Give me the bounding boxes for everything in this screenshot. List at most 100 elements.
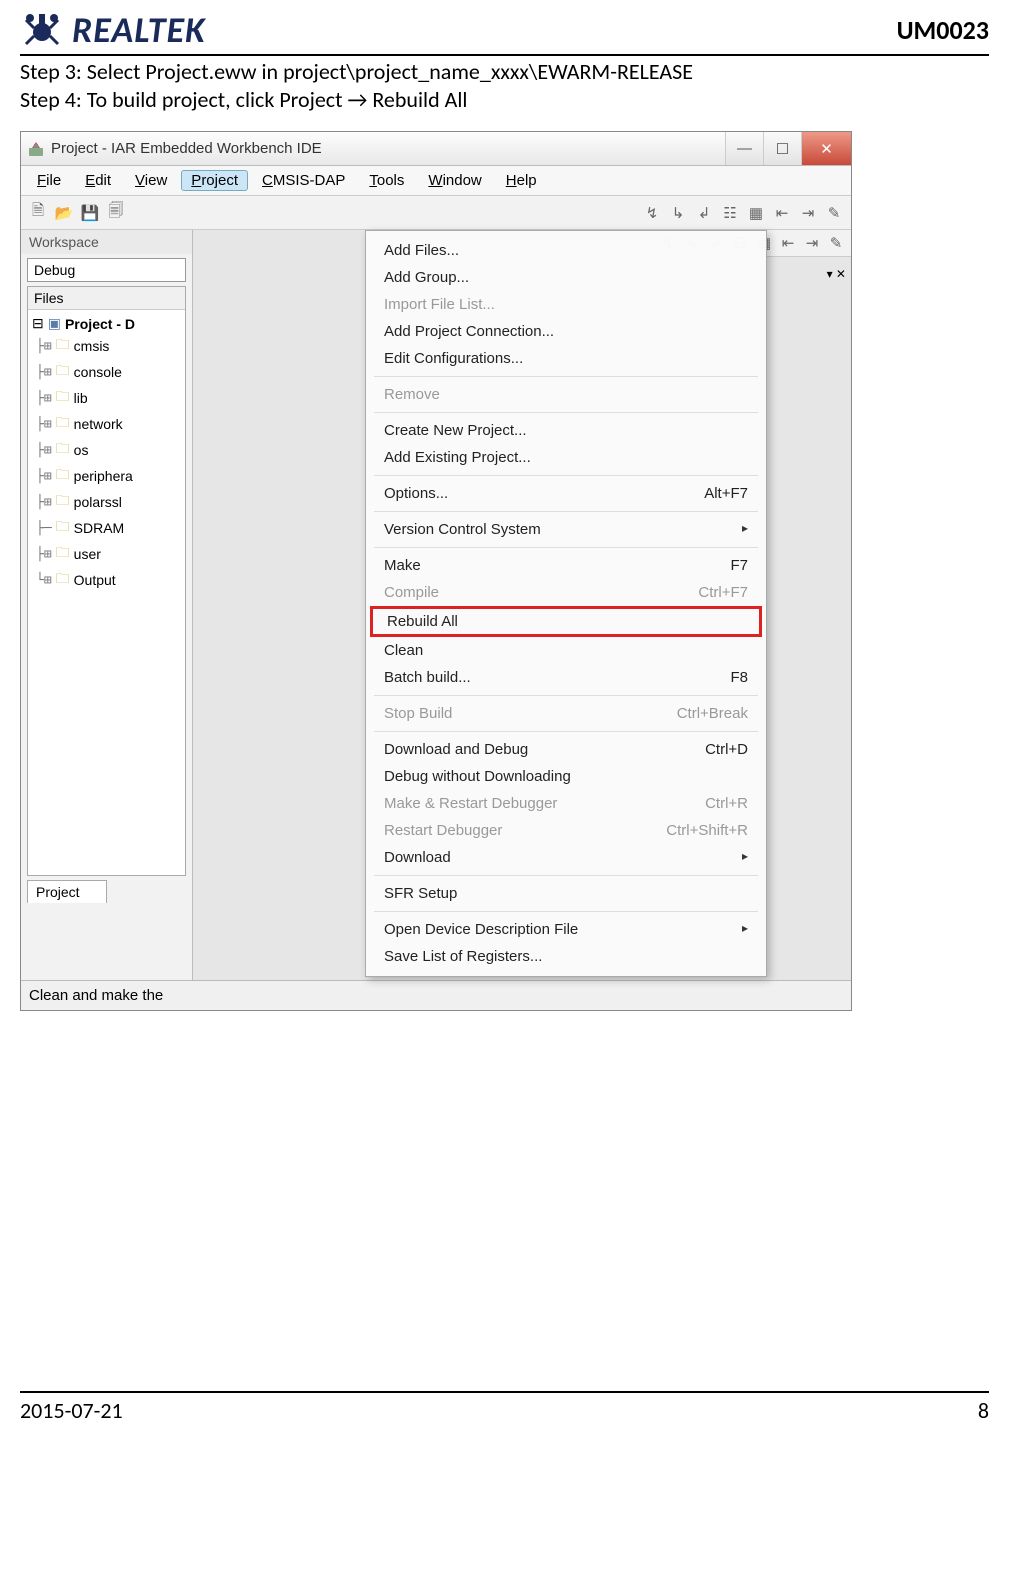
- tree-item[interactable]: ├⊞🗀lib: [30, 385, 183, 411]
- maximize-button[interactable]: ☐: [763, 132, 801, 165]
- collapse-icon[interactable]: ⊟: [32, 315, 44, 332]
- debug-tool-8[interactable]: ✎: [827, 234, 845, 252]
- tool-icon-8[interactable]: ✎: [825, 204, 843, 222]
- project-icon: ▣: [48, 315, 61, 332]
- menu-item-label: Make & Restart Debugger: [384, 795, 557, 812]
- folder-icon: 🗀: [56, 386, 70, 410]
- menu-view[interactable]: View: [125, 170, 177, 191]
- folder-icon: 🗀: [56, 334, 70, 358]
- tree-branch-icon: ├⊞: [36, 547, 52, 562]
- menu-item-download[interactable]: Download: [366, 844, 766, 871]
- tree-item-label: network: [74, 416, 123, 432]
- menu-item-download-and-debug[interactable]: Download and DebugCtrl+D: [366, 736, 766, 763]
- folder-icon: 🗀: [56, 516, 70, 540]
- menu-tools[interactable]: Tools: [359, 170, 414, 191]
- tree-item[interactable]: ├⊞ 🗀cmsis: [30, 333, 183, 359]
- menu-separator: [374, 731, 758, 732]
- tree-item-label: polarssl: [74, 494, 122, 510]
- menu-item-add-files[interactable]: Add Files...: [366, 237, 766, 264]
- menu-item-batch-build[interactable]: Batch build...F8: [366, 664, 766, 691]
- step4-text: Step 4: To build project, click Project …: [20, 86, 989, 114]
- tool-icon-5[interactable]: ▦: [747, 204, 765, 222]
- project-menu-dropdown: Add Files...Add Group... Import File List…: [365, 230, 767, 977]
- new-file-icon[interactable]: 🗎: [29, 204, 47, 222]
- menu-item-open-device-description-file[interactable]: Open Device Description File: [366, 916, 766, 943]
- menu-item-label: Import File List...: [384, 296, 495, 313]
- menu-project[interactable]: Project: [181, 170, 248, 191]
- menu-item-compile: Compile Ctrl+F7: [366, 579, 766, 606]
- tree-root[interactable]: ⊟ ▣ Project - D: [30, 314, 183, 333]
- files-header: Files: [28, 287, 185, 310]
- menu-separator: [374, 412, 758, 413]
- menu-item-label: Add Existing Project...: [384, 449, 531, 466]
- menu-separator: [374, 875, 758, 876]
- menu-item-shortcut: Ctrl+F7: [698, 584, 748, 601]
- footer-page: 8: [978, 1397, 989, 1424]
- menu-item-make[interactable]: MakeF7: [366, 552, 766, 579]
- tree-item[interactable]: ├⊞🗀user: [30, 541, 183, 567]
- menu-cmsis-dap[interactable]: CMSIS-DAP: [252, 170, 355, 191]
- tree-branch-icon: ├⊞: [36, 339, 52, 354]
- menu-help[interactable]: Help: [496, 170, 547, 191]
- menu-item-add-group[interactable]: Add Group...: [366, 264, 766, 291]
- menu-item-label: Compile: [384, 584, 439, 601]
- debug-tool-7[interactable]: ⇥: [803, 234, 821, 252]
- menu-item-label: Version Control System: [384, 521, 541, 538]
- tree-item[interactable]: ├⊞🗀console: [30, 359, 183, 385]
- menu-item-shortcut: F7: [730, 557, 748, 574]
- open-file-icon[interactable]: 📂: [55, 204, 73, 222]
- tree-branch-icon: ├⊞: [36, 495, 52, 510]
- footer-date: 2015-07-21: [20, 1397, 123, 1424]
- tool-icon-4[interactable]: ☷: [721, 204, 739, 222]
- menu-edit[interactable]: Edit: [75, 170, 121, 191]
- tree-item[interactable]: └⊞🗀Output: [30, 567, 183, 593]
- project-root-label: Project - D: [65, 316, 135, 332]
- tree-item[interactable]: ├⊞🗀os: [30, 437, 183, 463]
- menubar: File Edit View Project CMSIS-DAP Tools W…: [21, 166, 851, 196]
- menu-item-edit-configurations[interactable]: Edit Configurations...: [366, 345, 766, 372]
- close-button[interactable]: ✕: [801, 132, 851, 165]
- tree-branch-icon: ├─: [36, 521, 52, 536]
- tree-item[interactable]: ├⊞🗀network: [30, 411, 183, 437]
- doc-header: REALTEK UM0023: [20, 8, 989, 56]
- save-icon[interactable]: 💾: [81, 204, 99, 222]
- tree-item-label: cmsis: [74, 338, 110, 354]
- menu-item-debug-without-downloading[interactable]: Debug without Downloading: [366, 763, 766, 790]
- minimize-button[interactable]: —: [725, 132, 763, 165]
- panel-dropdown-close[interactable]: ▾ ✕: [824, 266, 849, 282]
- menu-item-label: Options...: [384, 485, 448, 502]
- tree-item[interactable]: ├─🗀SDRAM: [30, 515, 183, 541]
- config-dropdown[interactable]: Debug: [27, 258, 186, 282]
- menu-window[interactable]: Window: [418, 170, 491, 191]
- menu-item-save-list-of-registers[interactable]: Save List of Registers...: [366, 943, 766, 970]
- folder-icon: 🗀: [56, 568, 70, 592]
- menu-item-version-control-system[interactable]: Version Control System: [366, 516, 766, 543]
- project-tab[interactable]: Project: [27, 880, 107, 903]
- menu-item-options[interactable]: Options...Alt+F7: [366, 480, 766, 507]
- menu-item-clean[interactable]: Clean: [366, 637, 766, 664]
- folder-icon: 🗀: [56, 542, 70, 566]
- menu-item-rebuild-all[interactable]: Rebuild All: [370, 606, 762, 637]
- tool-icon-7[interactable]: ⇥: [799, 204, 817, 222]
- tool-icon-2[interactable]: ↳: [669, 204, 687, 222]
- tool-icon-6[interactable]: ⇤: [773, 204, 791, 222]
- tree-item[interactable]: ├⊞🗀polarssl: [30, 489, 183, 515]
- menu-file[interactable]: File: [27, 170, 71, 191]
- menu-item-add-project-connection[interactable]: Add Project Connection...: [366, 318, 766, 345]
- workspace-label: Workspace: [21, 230, 192, 254]
- menu-item-label: Batch build...: [384, 669, 471, 686]
- menu-item-create-new-project[interactable]: Create New Project...: [366, 417, 766, 444]
- menu-separator: [374, 695, 758, 696]
- doc-id: UM0023: [897, 14, 989, 46]
- debug-tool-6[interactable]: ⇤: [779, 234, 797, 252]
- tool-icon-1[interactable]: ↯: [643, 204, 661, 222]
- menu-item-add-existing-project[interactable]: Add Existing Project...: [366, 444, 766, 471]
- menu-item-label: Open Device Description File: [384, 921, 578, 938]
- menu-item-sfr-setup[interactable]: SFR Setup: [366, 880, 766, 907]
- tree-item[interactable]: ├⊞🗀periphera: [30, 463, 183, 489]
- save-all-icon[interactable]: 🗐: [107, 204, 125, 222]
- tree-branch-icon: ├⊞: [36, 443, 52, 458]
- workspace-panel: Workspace Debug Files ⊟ ▣ Project - D: [21, 230, 193, 980]
- tool-icon-3[interactable]: ↲: [695, 204, 713, 222]
- editor-area: ↯ ↳ ↲ ☷ ▦ ⇤ ⇥ ✎ ▾ ✕ Add Files...Add Grou…: [193, 230, 851, 980]
